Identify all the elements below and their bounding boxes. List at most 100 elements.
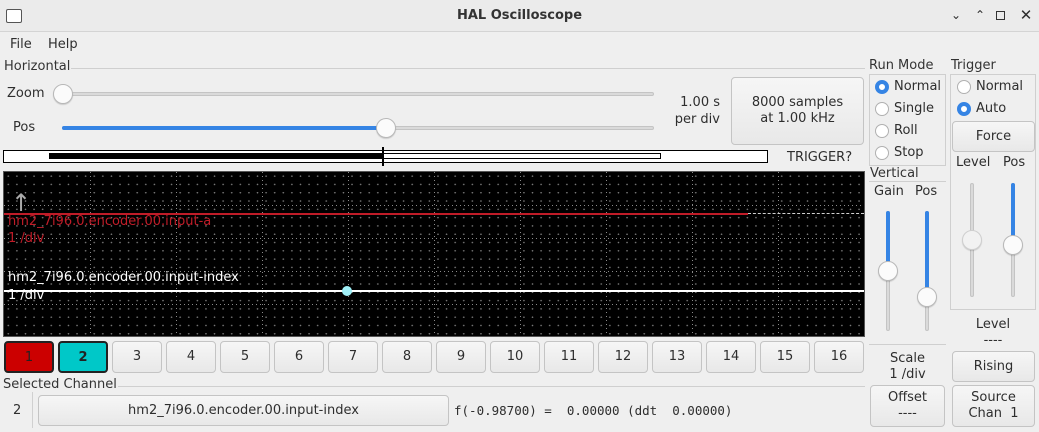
- grid-line: [4, 205, 864, 206]
- run-mode-normal-label[interactable]: Normal: [894, 79, 941, 94]
- grid-line: [90, 172, 91, 336]
- samples-button[interactable]: 8000 samples at 1.00 kHz: [731, 77, 864, 145]
- maximize-icon[interactable]: [996, 11, 1005, 20]
- trace-input-a-label: hm2_7i96.0.encoder.00.input-a: [8, 214, 212, 229]
- cursor-marker[interactable]: [342, 286, 352, 296]
- vpos-slider-fill: [925, 211, 929, 297]
- horizontal-label: Horizontal: [3, 59, 72, 74]
- trigger-edge-button[interactable]: Rising: [952, 351, 1035, 382]
- trigger-level-label: Level: [956, 155, 991, 170]
- channel-button-10[interactable]: 10: [490, 341, 540, 373]
- zoom-slider-handle[interactable]: [53, 84, 73, 104]
- title-bar: HAL Oscilloscope ⌄ ⌃ ✕: [0, 0, 1039, 32]
- channel-button-16[interactable]: 16: [814, 341, 864, 373]
- samples-count: 8000 samples: [751, 95, 844, 110]
- vertical-offset-label: Offset: [887, 390, 928, 405]
- channel-button-12[interactable]: 12: [598, 341, 648, 373]
- run-mode-roll-radio[interactable]: [875, 124, 889, 138]
- vertical-pos-label: Pos: [915, 184, 938, 199]
- trigger-source-label: Source: [971, 390, 1016, 405]
- selected-channel-label: Selected Channel: [2, 377, 118, 392]
- channel-button-8[interactable]: 8: [382, 341, 432, 373]
- channel-button-5[interactable]: 5: [220, 341, 270, 373]
- selected-channel-readout: f(-0.98700) = 0.00000 (ddt 0.00000): [454, 403, 733, 418]
- vertical-scale-label: Scale: [890, 351, 925, 366]
- grid-line: [262, 172, 263, 336]
- run-mode-stop-label[interactable]: Stop: [894, 145, 924, 160]
- channel-button-4[interactable]: 4: [166, 341, 216, 373]
- channel-button-6[interactable]: 6: [274, 341, 324, 373]
- channel-button-7[interactable]: 7: [328, 341, 378, 373]
- pos-slider-handle[interactable]: [376, 118, 396, 138]
- vertical-offset-value: ----: [898, 406, 917, 421]
- run-mode-single-label[interactable]: Single: [894, 101, 934, 116]
- record-position-bar: [3, 147, 768, 166]
- channel-button-15[interactable]: 15: [760, 341, 810, 373]
- vertical-gain-label: Gain: [874, 184, 904, 199]
- trace-input-index-label: hm2_7i96.0.encoder.00.input-index: [8, 270, 239, 285]
- grid-line: [348, 172, 349, 336]
- trigger-source-button[interactable]: Source Chan 1: [952, 385, 1035, 427]
- run-mode-roll-label[interactable]: Roll: [894, 123, 918, 138]
- channel-button-13[interactable]: 13: [652, 341, 702, 373]
- vertical-label: Vertical: [869, 166, 920, 181]
- trigger-level-readout-label: Level: [975, 317, 1011, 332]
- vertical-offset-button[interactable]: Offset ----: [870, 385, 945, 427]
- menu-bar: File Help: [0, 33, 1039, 57]
- trigger-level-slider-handle[interactable]: [962, 230, 982, 250]
- run-mode-label: Run Mode: [868, 58, 935, 73]
- channel-button-1[interactable]: 1: [4, 341, 54, 373]
- grid-line: [778, 172, 779, 336]
- trigger-normal-radio[interactable]: [957, 80, 971, 94]
- vpos-slider-handle[interactable]: [917, 287, 937, 307]
- menu-file[interactable]: File: [10, 35, 32, 55]
- per-div-label: per div: [674, 112, 720, 127]
- time-per-div: 1.00 s: [680, 95, 720, 110]
- grid-line: [176, 172, 177, 336]
- run-mode-stop-radio[interactable]: [875, 146, 889, 160]
- grid-line: [520, 172, 521, 336]
- trigger-auto-label[interactable]: Auto: [976, 101, 1006, 116]
- channel-button-14[interactable]: 14: [706, 341, 756, 373]
- trigger-pos-slider-handle[interactable]: [1003, 235, 1023, 255]
- trace-input-a-end: [748, 213, 864, 214]
- pos-slider-fill: [62, 126, 386, 130]
- trigger-source-value: Chan 1: [968, 406, 1019, 421]
- zoom-slider-track[interactable]: [62, 92, 654, 96]
- samples-rate: at 1.00 kHz: [760, 111, 835, 126]
- zoom-label: Zoom: [7, 86, 45, 101]
- menu-help[interactable]: Help: [48, 35, 78, 55]
- pos-label: Pos: [13, 120, 36, 135]
- grid-line: [692, 172, 693, 336]
- grid-line: [4, 304, 864, 305]
- record-window: [49, 153, 661, 159]
- selected-channel-pin-button[interactable]: hm2_7i96.0.encoder.00.input-index: [38, 395, 449, 426]
- channel-button-11[interactable]: 11: [544, 341, 594, 373]
- divider: [32, 392, 33, 428]
- trigger-level-readout-value: ----: [983, 333, 1003, 348]
- trigger-normal-label[interactable]: Normal: [976, 79, 1023, 94]
- trace-input-a-scale: 1 /div: [8, 231, 45, 246]
- chevron-down-icon[interactable]: ⌄: [948, 7, 964, 23]
- trace-input-index-scale: 1 /div: [8, 288, 45, 303]
- selected-channel-number: 2: [13, 403, 22, 418]
- trigger-force-button[interactable]: Force: [952, 121, 1035, 152]
- grid-line: [434, 172, 435, 336]
- trigger-status: TRIGGER?: [787, 150, 853, 165]
- channel-button-2[interactable]: 2: [58, 341, 108, 373]
- trace-input-index: [4, 290, 864, 292]
- vertical-scale-value: 1 /div: [889, 367, 926, 382]
- scope-display[interactable]: ↑ hm2_7i96.0.encoder.00.input-a 1 /div h…: [3, 171, 865, 337]
- chevron-up-icon[interactable]: ⌃: [972, 7, 988, 23]
- grid-line: [4, 238, 864, 239]
- trigger-pos-label: Pos: [1003, 155, 1026, 170]
- channel-button-9[interactable]: 9: [436, 341, 486, 373]
- run-mode-normal-radio[interactable]: [875, 80, 889, 94]
- run-mode-single-radio[interactable]: [875, 102, 889, 116]
- gain-slider-handle[interactable]: [878, 261, 898, 281]
- channel-button-3[interactable]: 3: [112, 341, 162, 373]
- close-icon[interactable]: ✕: [1018, 7, 1034, 23]
- trigger-auto-radio[interactable]: [957, 102, 971, 116]
- trigger-marker: [382, 147, 384, 166]
- divider: [869, 344, 946, 345]
